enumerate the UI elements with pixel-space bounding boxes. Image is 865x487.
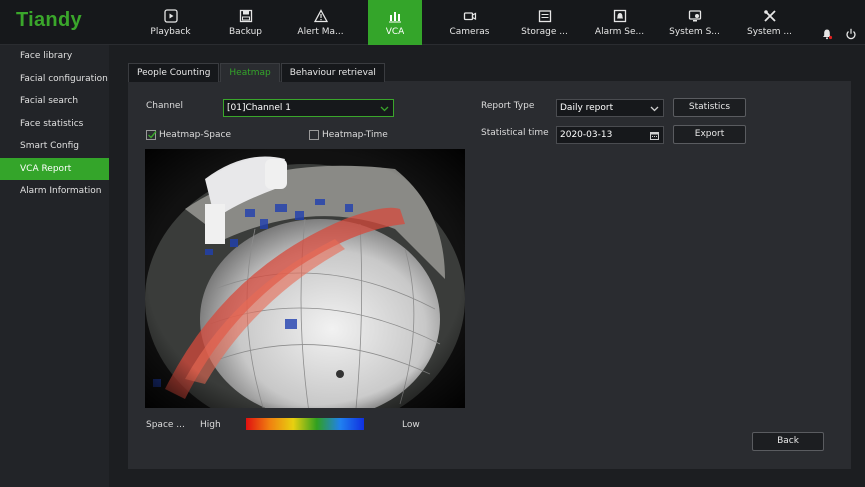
report-type-value: Daily report: [560, 103, 614, 113]
backup-icon: [239, 9, 252, 23]
top-bar: Tiandy Playback Backup Alert Ma... VCA C…: [0, 0, 865, 45]
nav-storage-label: Storage ...: [521, 27, 568, 37]
sidebar: Face library Facial configuration Facial…: [0, 45, 109, 487]
channel-select[interactable]: [01]Channel 1: [223, 99, 394, 117]
legend-space-label: Space ...: [146, 420, 185, 430]
sidebar-item-vca-report[interactable]: VCA Report: [0, 157, 109, 180]
logo: Tiandy: [16, 9, 82, 31]
camera-icon: [463, 12, 476, 21]
heatmap-space-box: [146, 130, 157, 140]
nav-playback-label: Playback: [150, 27, 191, 37]
statistics-button[interactable]: Statistics: [673, 98, 746, 117]
top-right-controls: [821, 28, 857, 40]
nav-storage[interactable]: Storage ...: [507, 0, 582, 45]
top-nav: Playback Backup Alert Ma... VCA Cameras …: [133, 0, 807, 45]
vca-icon: [389, 12, 401, 23]
alarm-icon: [613, 9, 626, 23]
report-type-label: Report Type: [481, 101, 535, 111]
nav-system-settings[interactable]: System S...: [657, 0, 732, 45]
heatmap-time-label: Heatmap-Time: [322, 130, 388, 140]
statistical-time-label: Statistical time: [481, 128, 549, 138]
statistical-time-value: 2020-03-13: [560, 130, 613, 140]
back-button[interactable]: Back: [752, 432, 824, 451]
sidebar-item-face-library[interactable]: Face library: [0, 45, 109, 68]
system-tools-icon: [763, 10, 776, 22]
heatmap-view: [145, 149, 465, 408]
heatmap-space-label: Heatmap-Space: [159, 130, 232, 140]
nav-cameras-label: Cameras: [449, 27, 490, 37]
checkmark-icon: [148, 131, 157, 139]
power-icon[interactable]: [845, 28, 857, 40]
nav-playback[interactable]: Playback: [133, 0, 208, 45]
heat-color-scale: [246, 418, 364, 430]
bell-icon[interactable]: [821, 28, 833, 40]
nav-alert-management[interactable]: Alert Ma...: [283, 0, 358, 45]
legend-high-label: High: [200, 420, 221, 430]
nav-system-tools[interactable]: System ...: [732, 0, 807, 45]
nav-cameras[interactable]: Cameras: [432, 0, 507, 45]
tab-heatmap[interactable]: Heatmap: [220, 63, 280, 82]
channel-select-value: [01]Channel 1: [227, 103, 292, 113]
nav-backup[interactable]: Backup: [208, 0, 283, 45]
sidebar-item-smart-config[interactable]: Smart Config: [0, 135, 109, 158]
statistical-time-input[interactable]: 2020-03-13: [556, 126, 664, 144]
calendar-icon[interactable]: [650, 131, 659, 140]
sidebar-item-facial-configuration[interactable]: Facial configuration: [0, 68, 109, 91]
nav-vca[interactable]: VCA: [368, 0, 422, 45]
nav-vca-label: VCA: [385, 27, 405, 37]
tab-people-counting[interactable]: People Counting: [128, 63, 220, 82]
chevron-down-icon: [380, 106, 389, 112]
heatmap-time-checkbox[interactable]: Heatmap-Time: [309, 130, 388, 140]
nav-alarm-label: Alarm Se...: [594, 27, 645, 37]
nav-alert-label: Alert Ma...: [297, 27, 344, 37]
main-content: People Counting Heatmap Behaviour retrie…: [109, 45, 865, 487]
nav-system-settings-label: System S...: [669, 27, 720, 37]
channel-label: Channel: [146, 101, 183, 111]
alert-icon: [313, 9, 328, 23]
chevron-down-icon: [650, 106, 659, 112]
heatmap-image: [145, 149, 465, 408]
report-tabs: People Counting Heatmap Behaviour retrie…: [128, 63, 386, 82]
heatmap-space-checkbox[interactable]: Heatmap-Space: [146, 130, 231, 140]
export-button[interactable]: Export: [673, 125, 746, 144]
storage-icon: [538, 10, 551, 23]
nav-alarm-settings[interactable]: Alarm Se...: [582, 0, 657, 45]
heatmap-time-box: [309, 130, 319, 140]
tab-behaviour-retrieval[interactable]: Behaviour retrieval: [280, 63, 385, 82]
sidebar-item-face-statistics[interactable]: Face statistics: [0, 113, 109, 136]
system-settings-icon: [688, 10, 701, 22]
playback-icon: [163, 9, 178, 23]
sidebar-item-alarm-information[interactable]: Alarm Information: [0, 180, 109, 203]
report-type-select[interactable]: Daily report: [556, 99, 664, 117]
sidebar-item-facial-search[interactable]: Facial search: [0, 90, 109, 113]
nav-system-tools-label: System ...: [746, 27, 792, 37]
nav-backup-label: Backup: [229, 27, 262, 37]
legend-low-label: Low: [402, 420, 420, 430]
